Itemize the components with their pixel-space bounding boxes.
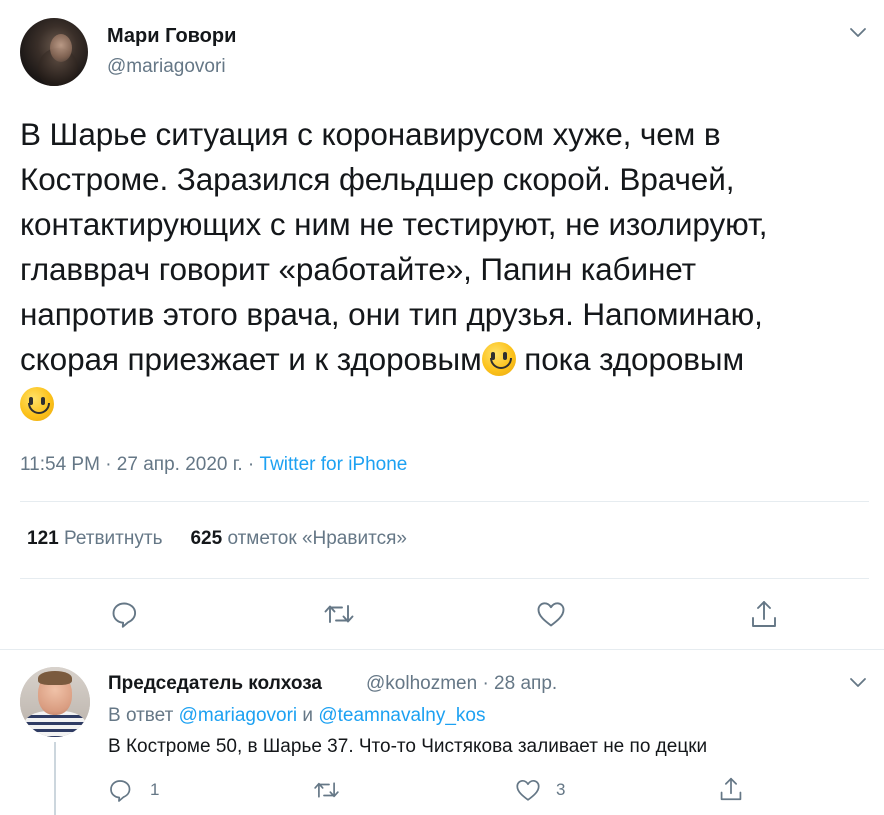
share-icon[interactable] xyxy=(750,598,778,630)
tweet-text-line: В Шарье ситуация с коронавирусом хуже, ч… xyxy=(20,116,721,152)
tweet-text-fragment: скорая приезжает и к здоровым xyxy=(20,341,482,377)
retweets-label: Ретвитнуть xyxy=(63,528,163,549)
avatar-face xyxy=(50,34,72,62)
retweets-stat[interactable]: 121 Ретвитнуть xyxy=(27,528,162,549)
tweet-meta: 11:54 PM · 27 апр. 2020 г. · Twitter for… xyxy=(20,454,407,476)
retweet-icon[interactable] xyxy=(323,600,355,628)
reply-author-handle[interactable]: @kolhozmen · 28 апр. xyxy=(366,673,557,695)
tweet-text-line: напротив этого врача, они тип друзья. На… xyxy=(20,296,763,332)
tweet-timestamp[interactable]: 11:54 PM · 27 апр. 2020 г. · xyxy=(20,454,260,475)
smile-emoji xyxy=(481,342,516,376)
reply-author-avatar[interactable] xyxy=(20,667,90,737)
chevron-down-icon[interactable] xyxy=(849,677,867,689)
share-icon[interactable] xyxy=(719,775,743,803)
thread-line xyxy=(54,742,56,815)
tweet-text-line: главврач говорит «работайте», Папин каби… xyxy=(20,251,696,287)
author-avatar[interactable] xyxy=(20,18,88,86)
like-count: 3 xyxy=(556,780,566,799)
reply-icon[interactable] xyxy=(110,600,138,628)
reply-mention[interactable]: @mariagovori xyxy=(179,705,298,726)
tweet-stats: 121 Ретвитнуть 625 отметок «Нравится» xyxy=(27,528,407,550)
reply-mention[interactable]: @teamnavalny_kos xyxy=(318,705,485,726)
tweet-text-line: скорая приезжает и к здоровым пока здоро… xyxy=(20,337,870,382)
tweet-text-line xyxy=(20,382,870,427)
likes-count: 625 xyxy=(190,528,223,549)
retweet-icon[interactable] xyxy=(313,778,340,802)
reply-to-prefix: В ответ xyxy=(108,705,179,726)
tweet-text-line: Костроме. Заразился фельдшер скорой. Вра… xyxy=(20,161,735,197)
author-name[interactable]: Мари Говори xyxy=(107,25,236,48)
reply-icon[interactable] xyxy=(108,778,132,802)
like-icon[interactable] xyxy=(515,778,541,802)
author-handle[interactable]: @mariagovori xyxy=(107,56,226,78)
divider xyxy=(20,501,869,502)
avatar-hair xyxy=(38,671,72,685)
reply-count: 1 xyxy=(150,780,160,799)
likes-label: отметок «Нравится» xyxy=(227,528,407,549)
tweet-text: В Шарье ситуация с коронавирусом хуже, ч… xyxy=(20,112,870,427)
retweets-count: 121 xyxy=(27,528,59,549)
reply-to-and: и xyxy=(297,705,319,726)
divider xyxy=(20,578,869,579)
reply-author-name[interactable]: Председатель колхоза xyxy=(108,673,322,695)
likes-stat[interactable]: 625 отметок «Нравится» xyxy=(190,528,406,549)
reply-to-line: В ответ @mariagovori и @teamnavalny_kos xyxy=(108,705,485,727)
tweet-source-link[interactable]: Twitter for iPhone xyxy=(260,454,408,475)
divider xyxy=(0,649,884,650)
like-icon[interactable] xyxy=(536,600,566,628)
tweet-text-fragment: пока здоровым xyxy=(515,341,745,377)
tweet-text-line: контактирующих с ним не тестируют, не из… xyxy=(20,206,768,242)
chevron-down-icon[interactable] xyxy=(849,27,867,39)
reply-text: В Костроме 50, в Шарье 37. Что-то Чистяк… xyxy=(108,736,708,757)
smile-emoji xyxy=(20,387,54,421)
